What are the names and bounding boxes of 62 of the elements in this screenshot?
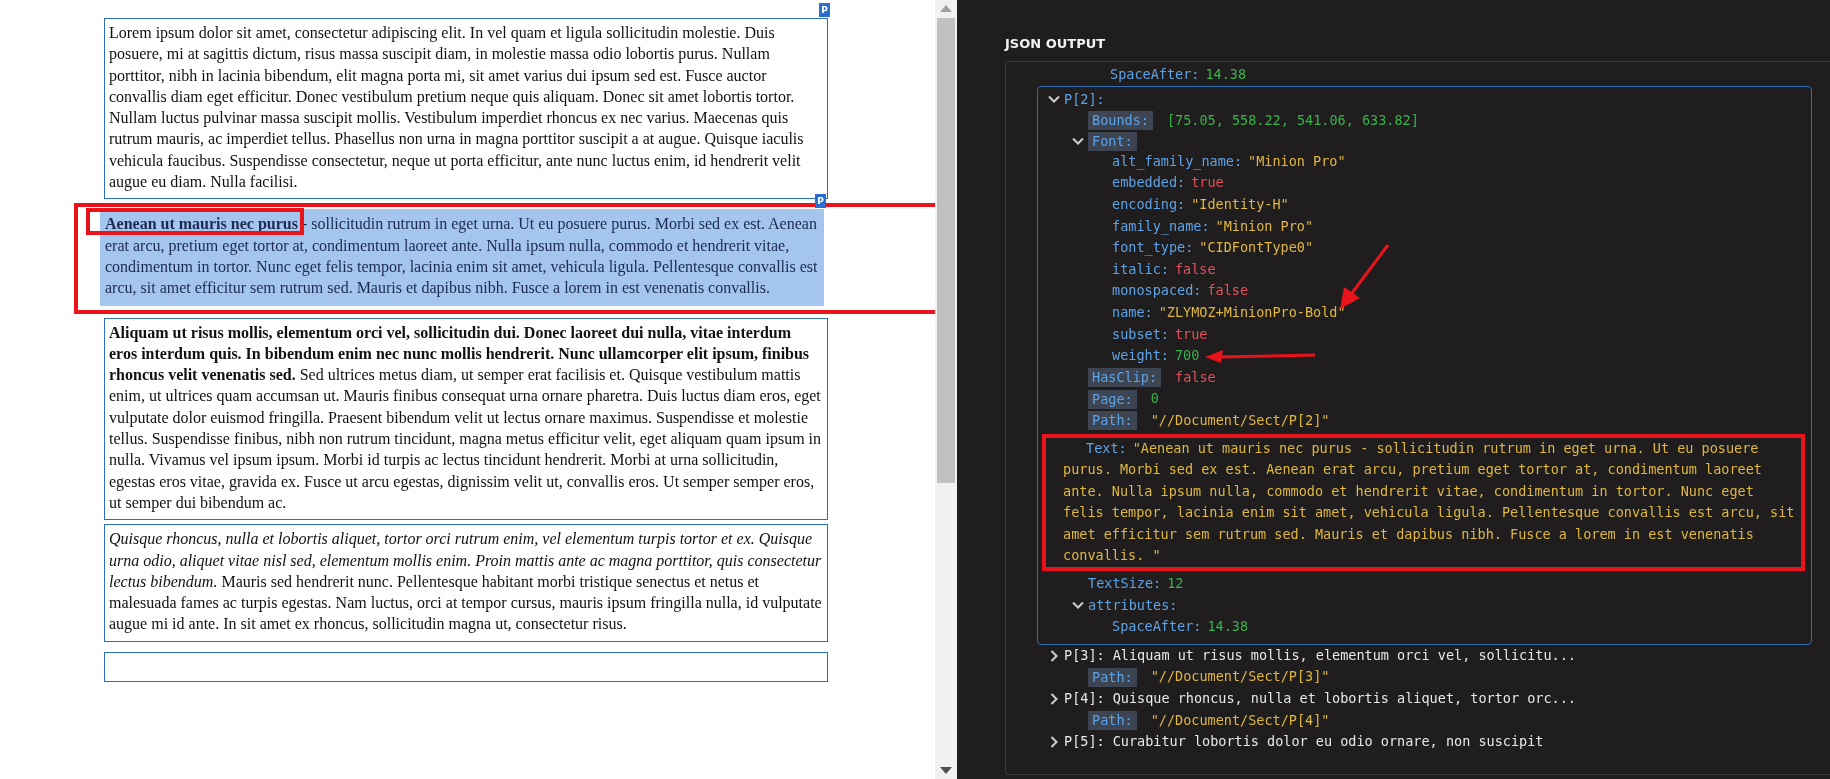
paragraph-text: Lorem ipsum dolor sit amet, consectetur adipiscing elit. In vel quam et ligula sollicitudin molestie. Duis posuere, mi at sagittis dictum, risus massa suscipit diam, in molestie massa odio lobortis purus. Nullam porttitor, nibh in lacinia bibendum, elit magna porta mi, sit amet varius dui ipsum sed est. Fusce auctor convallis diam eget efficitur. Donec vestibulum pretium neque quis aliquam. Donec sit amet lobortis tortor. Nullam luctus pulvinar massa suscipit mollis. Vestibulum imperdiet rhoncus ex nec varius. Maecenas quis rutrum mauris, ac imperdiet tellus. Phasellus non urna in magna porttitor suscipit a at augue. Quisque iaculis vehicula faucibus. Suspendisse consectetur, neque ut porta efficitur, ante nunc luctus enim, id hendrerit velit augue eu diam. Nulla facilisi. <box>109 23 805 193</box>
node-summary: Curabitur lobortis dolor eu odio ornare, non suscipit <box>1112 732 1544 752</box>
property-key: Path: <box>1088 710 1137 730</box>
property-value: 14.38 <box>1205 65 1247 84</box>
property-value: 0 <box>1150 389 1159 409</box>
panel-title: JSON OUTPUT <box>1005 36 1107 51</box>
paragraph-tag: P <box>819 3 830 17</box>
property-value: "ZLYMOZ+MinionPro-Bold" <box>1158 302 1346 322</box>
node-summary: Quisque rhoncus, nulla et lobortis aliquet, tortor orc... <box>1112 689 1576 709</box>
property-key: monospaced: <box>1112 280 1202 302</box>
property-key: family_name: <box>1112 215 1210 238</box>
property-value: 12 <box>1167 574 1184 594</box>
tree-node[interactable]: P[4]: Quisque rhoncus, nulla et lobortis aliquet, tortor orc... Path: "//Document/Sect/P[4]" <box>1037 688 1812 732</box>
property-key[interactable]: P[4]: <box>1064 688 1105 710</box>
property-key: Font: <box>1088 131 1137 151</box>
node-summary: Aliquam ut risus mollis, elementum orci vel, sollicitu... <box>1112 645 1576 665</box>
property-key: SpaceAfter: <box>1110 64 1200 86</box>
property-key: P[2]: <box>1064 88 1105 111</box>
property-value: 700 <box>1174 346 1200 366</box>
paragraph-tag: P <box>815 194 826 209</box>
paragraph-text: Aenean ut mauris nec purus - sollicitudin rutrum in eget urna. Ut eu posuere purus. Morbi sed ex est. Aenean erat arcu, pretium eget tortor at, condimentum laoreet ante. Nulla ipsum nulla, commodo et hendrerit vitae, condimentum in tortor. Nunc eget felis tempor, lacinia enim sit amet, vehicula ligula. Pellentesque convallis est arcu, sit amet efficitur sem rutrum sed. Mauris et dapibus nibh. Fusce a lorem in est venenatis convallis. <box>105 214 818 299</box>
property-value: "//Document/Sect/P[4]" <box>1150 710 1330 730</box>
property-key: TextSize: <box>1088 573 1162 595</box>
property-value: "//Document/Sect/P[3]" <box>1150 667 1330 687</box>
property-key: italic: <box>1112 258 1169 281</box>
scrollbar[interactable] <box>935 0 957 779</box>
property-value: [75.05, 558.22, 541.06, 633.82] <box>1166 111 1419 131</box>
property-line: Text: "Aenean ut mauris nec purus - sollicitudin rutrum in eget urna. Ut eu posuere purus. Morbi sed ex est. Aenean erat arcu, pretium eget tortor at, condimentum laoreet ante. Nulla ipsum nulla, commodo et hendrerit vitae, condimentum in tortor. Nunc eget felis tempor, lacinia enim sit amet, vehicula ligula. Pellentesque convallis est arcu, sit amet efficitur sem rutrum sed. Mauris et dapibus nibh. Fusce a lorem in est venenatis convallis. " <box>1063 438 1796 566</box>
property-key: HasClip: <box>1088 368 1162 387</box>
property-key: name: <box>1112 301 1153 324</box>
property-value: "Minion Pro" <box>1215 216 1314 236</box>
property-key: alt_family_name: <box>1112 150 1243 173</box>
tree-node[interactable]: P[3]: Aliquam ut risus mollis, elementum orci vel, sollicitu... Path: "//Document/Sect/P[3]" <box>1037 644 1812 689</box>
property-value: "CIDFontType0" <box>1199 238 1314 258</box>
property-value: false <box>1175 367 1216 387</box>
paragraph-text: Aliquam ut risus mollis, elementum orci vel, sollicitudin dui. Donec laoreet dui nulla, vitae interdum eros interdum quis. In bibendum enim nec nunc mollis hendrerit. Nunc ullamcorper elit ipsum, finibus rhoncus velit venenatis sed. Sed ultrices metus diam, ut semper erat facilisis et. Quisque vestibulum mattis enim, ut ultrices quam accumsan ut. Mauris finibus consequat urna ornare pharetra. Duis luctus diam eros, eget vulputate dolor euismod fringilla. Praesent bibendum velit ut lectus ornare maximus. Suspendisse et molestie tellus. Suspendisse finibus, nibh non rutrum tincidunt, magna metus efficitur velit, eget aliquam quam ipsum in nulla. Vivamus vel ipsum ipsum. Morbi id turpis ac lectus tincidunt hendrerit. Morbi at urna sollicitudin, egestas eros vitae, gravida ex. Fusce ut arcu egestas, dignissim velit ut, convallis eros. Ut semper semper eros, ut semper dui bibendum ac. <box>109 322 822 514</box>
tree-node-box[interactable] <box>1037 85 1812 645</box>
property-key: weight: <box>1112 345 1169 367</box>
property-value: "Minion Pro" <box>1248 151 1346 171</box>
property-value: false <box>1207 281 1249 301</box>
property-key[interactable]: P[5]: <box>1064 731 1105 753</box>
scrollbar-thumb[interactable] <box>937 18 955 483</box>
property-value: "//Document/Sect/P[2]" <box>1150 410 1330 430</box>
property-key: SpaceAfter: <box>1112 616 1202 638</box>
property-key: font_type: <box>1112 237 1194 259</box>
paragraph-text: Quisque rhoncus, nulla et lobortis aliquet, tortor orci rutrum enim, vel elementum turpis tortor et ex. Quisque urna odio, aliquet vitae nisl sed, elementum mollis enim. Proin mattis ante ac magna porttitor, quis consectetur lectus bibendum. Mauris sed hendrerit nunc. Pellentesque habitant morbi tristique senectus et netus et malesuada fames ac turpis egestas. Nam luctus, orci at tempor cursus, mauris ipsum fringilla nulla, id vulputate augue mi id ante. In sit amet ex rhoncus, sollicitudin magna ut, consectetur risus. <box>109 529 822 635</box>
property-key[interactable]: P[3]: <box>1064 644 1105 667</box>
scroll-down-icon[interactable] <box>940 767 952 775</box>
property-key: Path: <box>1088 411 1137 431</box>
property-key: subset: <box>1112 323 1169 346</box>
property-value: 14.38 <box>1207 617 1249 637</box>
property-value: false <box>1174 259 1216 279</box>
property-value: true <box>1191 173 1224 193</box>
tree-node[interactable]: P[5]: Curabitur lobortis dolor eu odio ornare, non suscipit <box>1037 731 1812 753</box>
property-key: Bounds: <box>1088 111 1153 131</box>
property-key: embedded: <box>1112 172 1186 194</box>
property-key: attributes: <box>1088 594 1178 617</box>
property-key: encoding: <box>1112 193 1186 216</box>
property-value: "Identity-H" <box>1191 194 1289 214</box>
property-key: Path: <box>1088 667 1137 687</box>
property-key: Page: <box>1088 389 1137 409</box>
property-value: true <box>1174 324 1208 344</box>
